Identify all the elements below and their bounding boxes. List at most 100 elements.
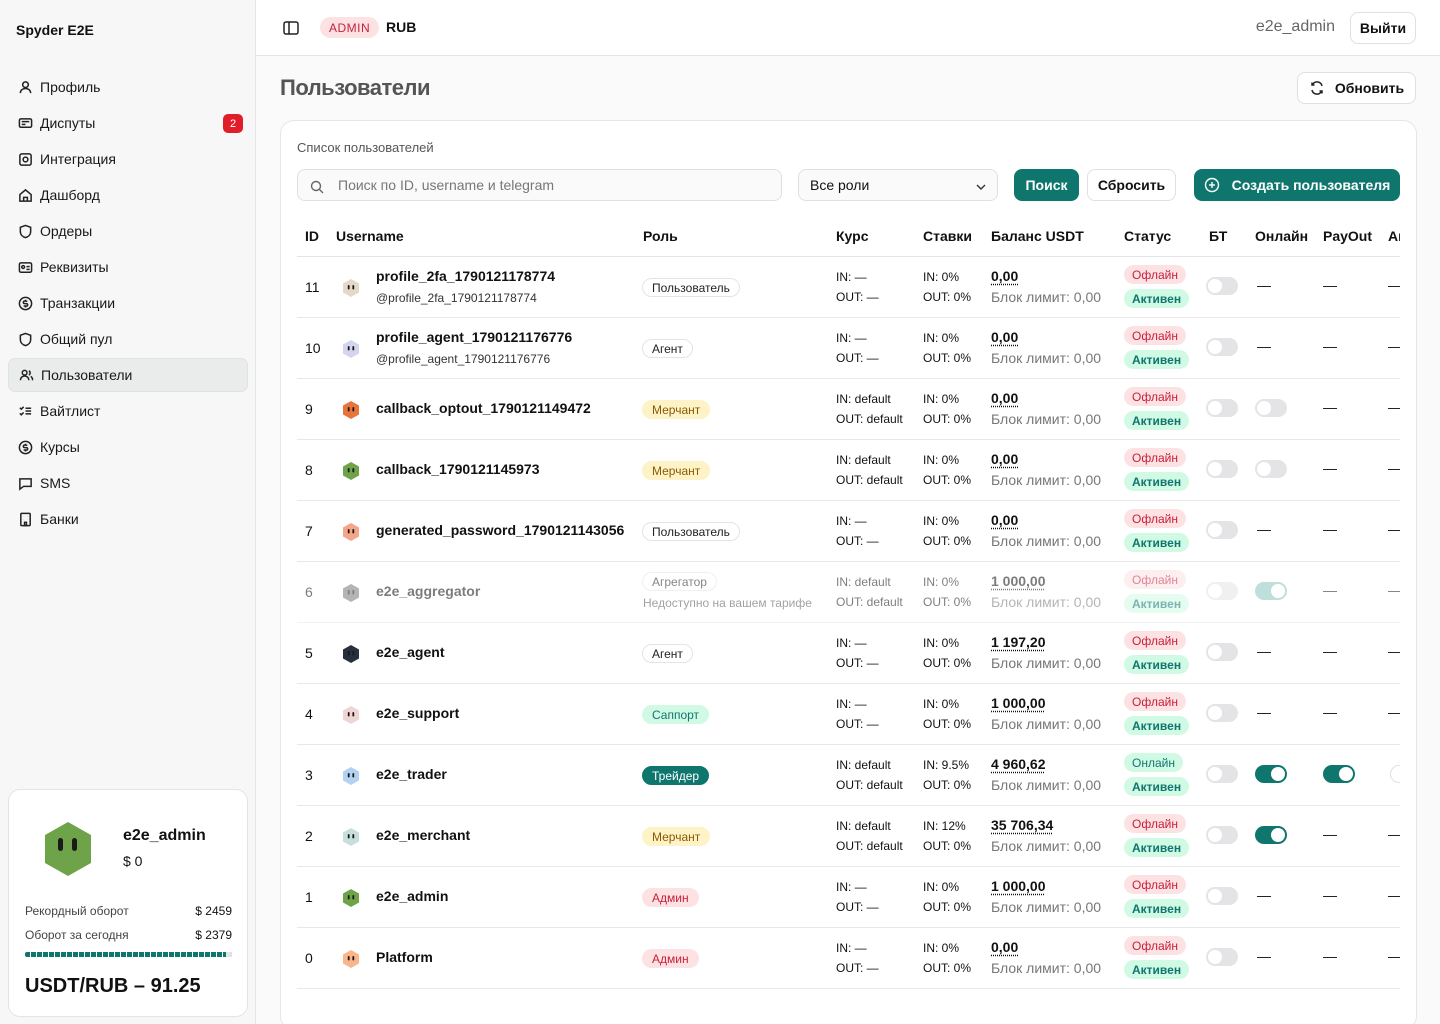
online-toggle[interactable] — [1255, 399, 1287, 417]
sidebar-item-9[interactable]: Вайтлист — [8, 394, 248, 428]
user-id: 2 — [305, 828, 313, 844]
username[interactable]: e2e_merchant — [376, 827, 470, 843]
username[interactable]: profile_agent_1790121176776 — [376, 329, 572, 345]
bt-toggle[interactable] — [1206, 765, 1238, 783]
table-row[interactable]: 7 generated_password_1790121143056 Польз… — [297, 501, 1400, 562]
balance-usdt[interactable]: 0,00 — [991, 329, 1018, 345]
bt-toggle[interactable] — [1206, 826, 1238, 844]
logout-button[interactable]: Выйти — [1350, 12, 1416, 44]
table-row[interactable]: 5 e2e_agent Агент IN: — OUT: — IN: 0% OU… — [297, 623, 1400, 684]
sidebar-item-1[interactable]: Диспуты 2 — [8, 106, 248, 140]
sidebar-item-4[interactable]: Ордеры — [8, 214, 248, 248]
bt-toggle[interactable] — [1206, 521, 1238, 539]
table-row[interactable]: 6 e2e_aggregator Агрегатор Недоступно на… — [297, 562, 1400, 623]
column-header: PayOut — [1323, 228, 1373, 244]
username[interactable]: callback_optout_1790121149472 — [376, 400, 591, 416]
bt-toggle[interactable] — [1206, 338, 1238, 356]
table-row[interactable]: 10 profile_agent_1790121176776 @profile_… — [297, 318, 1400, 379]
sidebar-toggle-icon[interactable] — [282, 19, 300, 37]
sidebar-item-12[interactable]: Банки — [8, 502, 248, 536]
bt-toggle[interactable] — [1206, 277, 1238, 295]
balance-usdt[interactable]: 35 706,34 — [991, 817, 1053, 833]
reset-button[interactable]: Сбросить — [1087, 169, 1176, 201]
bt-toggle[interactable] — [1206, 582, 1238, 600]
sidebar-item-10[interactable]: Курсы — [8, 430, 248, 464]
brand-title: Spyder E2E — [16, 22, 94, 38]
rate-out: OUT: — — [836, 717, 879, 731]
search-input[interactable]: Поиск по ID, username и telegram — [297, 169, 782, 201]
bt-toggle[interactable] — [1206, 887, 1238, 905]
sidebar-item-3[interactable]: Дашборд — [8, 178, 248, 212]
username[interactable]: e2e_aggregator — [376, 583, 480, 599]
bt-toggle[interactable] — [1206, 399, 1238, 417]
balance-usdt[interactable]: 0,00 — [991, 512, 1018, 528]
payout-toggle[interactable] — [1323, 765, 1355, 783]
balance-usdt[interactable]: 0,00 — [991, 268, 1018, 284]
sidebar-item-2[interactable]: Интеграция — [8, 142, 248, 176]
username[interactable]: generated_password_1790121143056 — [376, 522, 624, 538]
stake-in: IN: 0% — [923, 575, 960, 589]
refresh-button[interactable]: Обновить — [1297, 72, 1416, 104]
role-badge: Админ — [642, 949, 699, 968]
shield-icon — [16, 330, 34, 348]
aggregator-value: — — [1388, 887, 1400, 903]
online-toggle[interactable] — [1255, 460, 1287, 478]
roles-select[interactable]: Все роли — [798, 169, 998, 201]
plus-circle-icon — [1204, 177, 1219, 193]
username[interactable]: Platform — [376, 949, 433, 965]
table-row[interactable]: 11 profile_2fa_1790121178774 @profile_2f… — [297, 257, 1400, 318]
username[interactable]: callback_1790121145973 — [376, 461, 540, 477]
bt-toggle[interactable] — [1206, 704, 1238, 722]
table-row[interactable]: 8 callback_1790121145973 Мерчант IN: def… — [297, 440, 1400, 501]
username[interactable]: e2e_agent — [376, 644, 444, 660]
balance-usdt[interactable]: 0,00 — [991, 939, 1018, 955]
bt-toggle[interactable] — [1206, 948, 1238, 966]
balance-usdt[interactable]: 1 000,00 — [991, 573, 1046, 589]
create-user-button[interactable]: Создать пользователя — [1194, 169, 1400, 201]
username[interactable]: e2e_trader — [376, 766, 447, 782]
user-id: 11 — [305, 279, 320, 295]
sidebar-item-5[interactable]: Реквизиты — [8, 250, 248, 284]
table-row[interactable]: 1 e2e_admin Админ IN: — OUT: — IN: 0% OU… — [297, 867, 1400, 928]
role-badge: Саппорт — [642, 705, 710, 724]
shield-icon — [16, 222, 34, 240]
username[interactable]: e2e_admin — [376, 888, 448, 904]
table-row[interactable]: 2 e2e_merchant Мерчант IN: default OUT: … — [297, 806, 1400, 867]
bt-toggle[interactable] — [1206, 643, 1238, 661]
table-row[interactable]: 9 callback_optout_1790121149472 Мерчант … — [297, 379, 1400, 440]
user-id: 7 — [305, 523, 313, 539]
table-row[interactable]: 4 e2e_support Саппорт IN: — OUT: — IN: 0… — [297, 684, 1400, 745]
payout-value: — — [1323, 338, 1337, 354]
online-toggle[interactable] — [1255, 826, 1287, 844]
sidebar-item-11[interactable]: SMS — [8, 466, 248, 500]
balance-usdt[interactable]: 1 000,00 — [991, 695, 1046, 711]
sidebar-item-7[interactable]: Общий пул — [8, 322, 248, 356]
avatar — [341, 583, 361, 603]
balance-usdt[interactable]: 0,00 — [991, 390, 1018, 406]
sidebar: Spyder E2E Профиль Диспуты 2 Интеграция Д… — [0, 0, 256, 1024]
sidebar-item-0[interactable]: Профиль — [8, 70, 248, 104]
search-button[interactable]: Поиск — [1014, 169, 1079, 201]
online-toggle[interactable] — [1255, 765, 1287, 783]
online-toggle[interactable] — [1255, 582, 1287, 600]
balance-usdt[interactable]: 4 960,62 — [991, 756, 1046, 772]
status-badge: Офлайн — [1124, 326, 1186, 345]
sidebar-item-6[interactable]: Транзакции — [8, 286, 248, 320]
aggregator-toggle[interactable] — [1390, 765, 1400, 783]
status-badge: Офлайн — [1124, 570, 1186, 589]
table-row[interactable]: 3 e2e_trader Трейдер IN: default OUT: de… — [297, 745, 1400, 806]
bt-toggle[interactable] — [1206, 460, 1238, 478]
checklist-icon — [16, 402, 34, 420]
avatar — [341, 400, 361, 420]
rate-out: OUT: default — [836, 839, 903, 853]
user-icon — [16, 78, 34, 96]
table-row[interactable]: 0 Platform Админ IN: — OUT: — IN: 0% OUT… — [297, 928, 1400, 989]
username[interactable]: profile_2fa_1790121178774 — [376, 268, 555, 284]
sidebar-item-8[interactable]: Пользователи — [8, 358, 248, 392]
avatar — [341, 705, 361, 725]
balance-usdt[interactable]: 1 197,20 — [991, 634, 1046, 650]
balance-usdt[interactable]: 0,00 — [991, 451, 1018, 467]
table-header: ID Username Роль Курс Ставки Баланс USDT Стату… — [297, 221, 1400, 257]
balance-usdt[interactable]: 1 000,00 — [991, 878, 1046, 894]
username[interactable]: e2e_support — [376, 705, 459, 721]
